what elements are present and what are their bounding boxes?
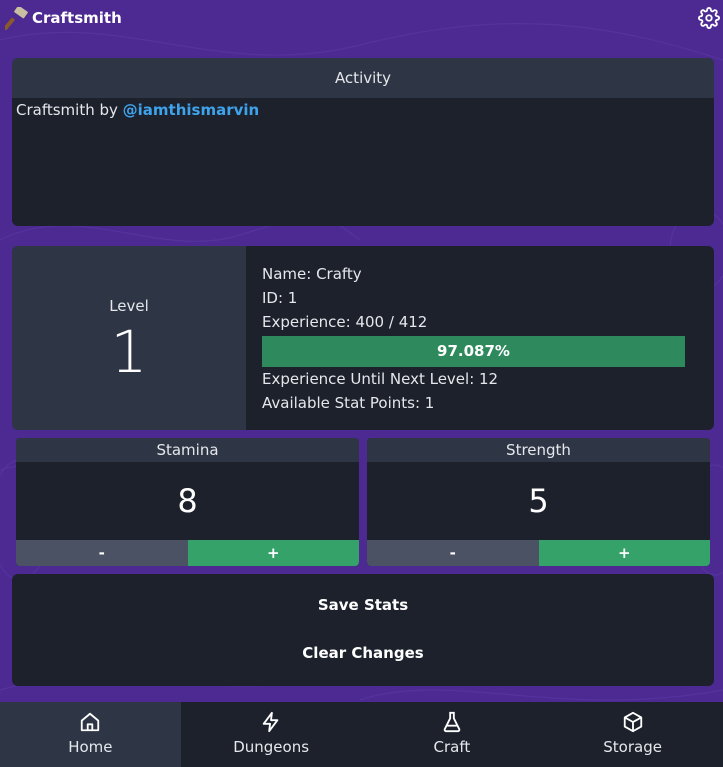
strength-value: 5 <box>528 482 549 520</box>
strength-controls: - + <box>367 540 710 566</box>
gear-icon[interactable] <box>698 7 720 29</box>
character-id: ID: 1 <box>262 289 298 307</box>
experience-until-next: Experience Until Next Level: 12 <box>262 370 499 388</box>
hammer-icon <box>5 7 28 31</box>
nav-storage[interactable]: Storage <box>542 702 723 767</box>
app-header: Craftsmith <box>0 0 723 38</box>
level-label: Level <box>109 297 149 315</box>
save-stats-button[interactable]: Save Stats <box>12 596 714 614</box>
strength-increase-button[interactable]: + <box>538 540 710 566</box>
experience-progress-label: 97.087% <box>437 342 510 360</box>
nav-dungeons-label: Dungeons <box>233 738 310 756</box>
nav-home[interactable]: Home <box>0 702 181 767</box>
strength-decrease-button[interactable]: - <box>367 540 539 566</box>
stamina-decrease-button[interactable]: - <box>16 540 188 566</box>
bottom-nav: Home Dungeons Craft Storage <box>0 702 723 767</box>
character-name: Name: Crafty <box>262 265 362 283</box>
stamina-card: Stamina 8 - + <box>16 438 359 566</box>
level-box: Level 1 <box>12 246 246 430</box>
lightning-icon <box>262 711 279 733</box>
home-icon <box>81 712 100 732</box>
activity-panel: Activity Craftsmith by @iamthismarvin <box>12 58 714 226</box>
level-value: 1 <box>110 318 148 386</box>
app-title: Craftsmith <box>32 9 122 27</box>
actions-panel: Save Stats Clear Changes <box>12 574 714 686</box>
activity-header: Activity <box>12 58 714 98</box>
character-card: Level 1 Name: Crafty ID: 1 Experience: 4… <box>12 246 714 430</box>
activity-log: Craftsmith by @iamthismarvin <box>12 98 714 122</box>
strength-card: Strength 5 - + <box>367 438 710 566</box>
nav-dungeons[interactable]: Dungeons <box>181 702 362 767</box>
stamina-increase-button[interactable]: + <box>187 540 359 566</box>
nav-craft-label: Craft <box>433 738 471 756</box>
nav-storage-label: Storage <box>603 738 662 756</box>
experience-progress-bar: 97.087% <box>262 336 685 367</box>
stamina-value: 8 <box>177 482 198 520</box>
character-info: Name: Crafty ID: 1 Experience: 400 / 412… <box>262 264 702 417</box>
clear-changes-button[interactable]: Clear Changes <box>12 644 714 662</box>
flask-icon <box>443 711 461 733</box>
nav-craft[interactable]: Craft <box>362 702 543 767</box>
available-stat-points: Available Stat Points: 1 <box>262 394 435 412</box>
experience-text: Experience: 400 / 412 <box>262 313 428 331</box>
author-link[interactable]: @iamthismarvin <box>123 101 260 119</box>
nav-home-label: Home <box>68 738 113 756</box>
stamina-label: Stamina <box>16 438 359 462</box>
activity-message-text: Craftsmith by <box>16 101 123 119</box>
cube-icon <box>623 711 642 733</box>
strength-label: Strength <box>367 438 710 462</box>
stamina-controls: - + <box>16 540 359 566</box>
